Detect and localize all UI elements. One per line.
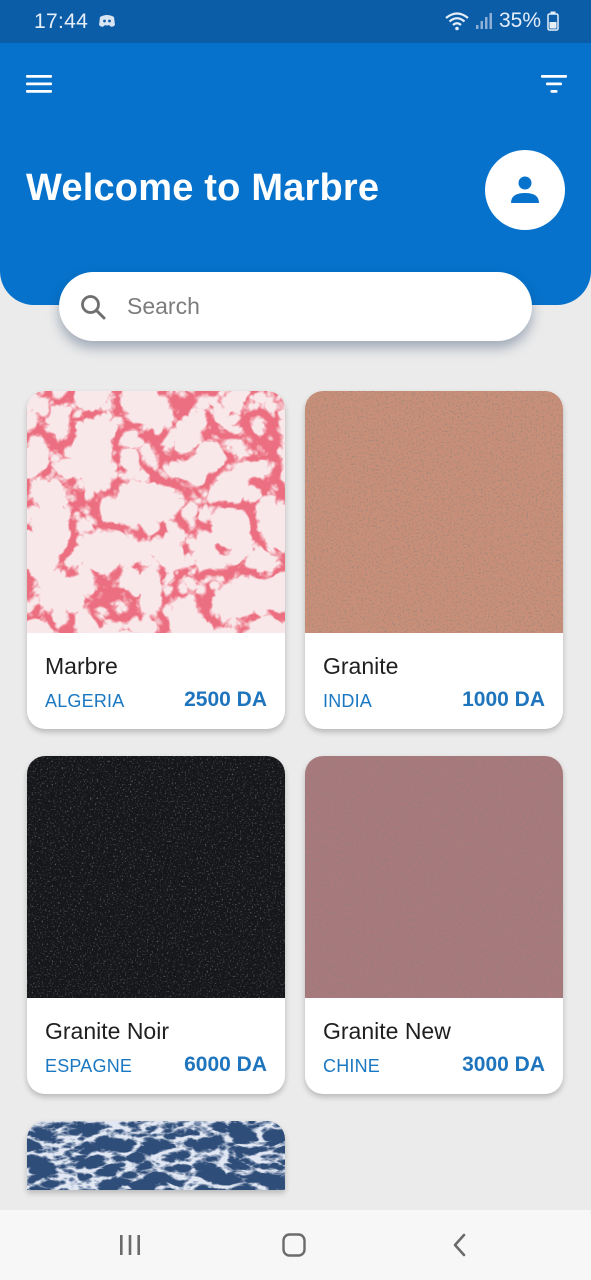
product-name: Marbre [45, 653, 118, 679]
product-card-granite[interactable]: Granite INDIA 1000 DA [305, 391, 563, 729]
status-time: 17:44 [34, 10, 89, 33]
menu-icon [26, 75, 52, 93]
home-button[interactable] [274, 1230, 314, 1260]
product-name: Granite Noir [45, 1018, 169, 1044]
back-icon [453, 1233, 466, 1257]
product-price: 3000 DA [462, 1053, 545, 1076]
signal-icon [475, 13, 492, 29]
product-origin: ALGERIA [45, 691, 125, 711]
product-image-marbre [27, 391, 285, 633]
product-card-granite-noir[interactable]: Granite Noir ESPAGNE 6000 DA [27, 756, 285, 1094]
product-price: 2500 DA [184, 688, 267, 711]
profile-button[interactable] [485, 150, 565, 230]
battery-percent: 35% [498, 9, 541, 32]
product-price: 1000 DA [462, 688, 545, 711]
search-icon [81, 294, 106, 319]
product-name: Granite New [323, 1018, 451, 1044]
product-image-blue-granite [27, 1121, 285, 1190]
product-name: Granite [323, 653, 399, 679]
product-price: 6000 DA [184, 1053, 267, 1076]
system-nav-bar [0, 1210, 591, 1280]
back-button[interactable] [440, 1230, 480, 1260]
filter-icon [541, 75, 567, 93]
product-image-granite-noir [27, 756, 285, 998]
battery-icon [547, 11, 559, 31]
menu-button[interactable] [24, 71, 56, 97]
product-card-partial[interactable] [27, 1121, 285, 1190]
product-card-marbre[interactable]: Marbre ALGERIA 2500 DA [27, 391, 285, 729]
search-bar[interactable] [59, 272, 532, 341]
recent-apps-icon [120, 1235, 140, 1255]
product-origin: INDIA [323, 691, 373, 711]
search-input[interactable] [127, 293, 487, 320]
product-image-granite [305, 391, 563, 633]
product-origin: ESPAGNE [45, 1056, 133, 1076]
filter-button[interactable] [539, 71, 569, 97]
status-bar: 17:44 35% [0, 0, 591, 43]
app-header: Welcome to Marbre [0, 43, 591, 305]
recent-apps-button[interactable] [110, 1230, 150, 1260]
page-title: Welcome to Marbre [26, 167, 380, 209]
product-card-granite-new[interactable]: Granite New CHINE 3000 DA [305, 756, 563, 1094]
home-icon [282, 1233, 306, 1257]
product-image-granite-new [305, 756, 563, 998]
person-icon [511, 176, 539, 203]
discord-icon [99, 15, 115, 27]
status-indicators: 35% [445, 9, 559, 33]
wifi-icon [445, 12, 469, 31]
product-origin: CHINE [323, 1056, 381, 1076]
